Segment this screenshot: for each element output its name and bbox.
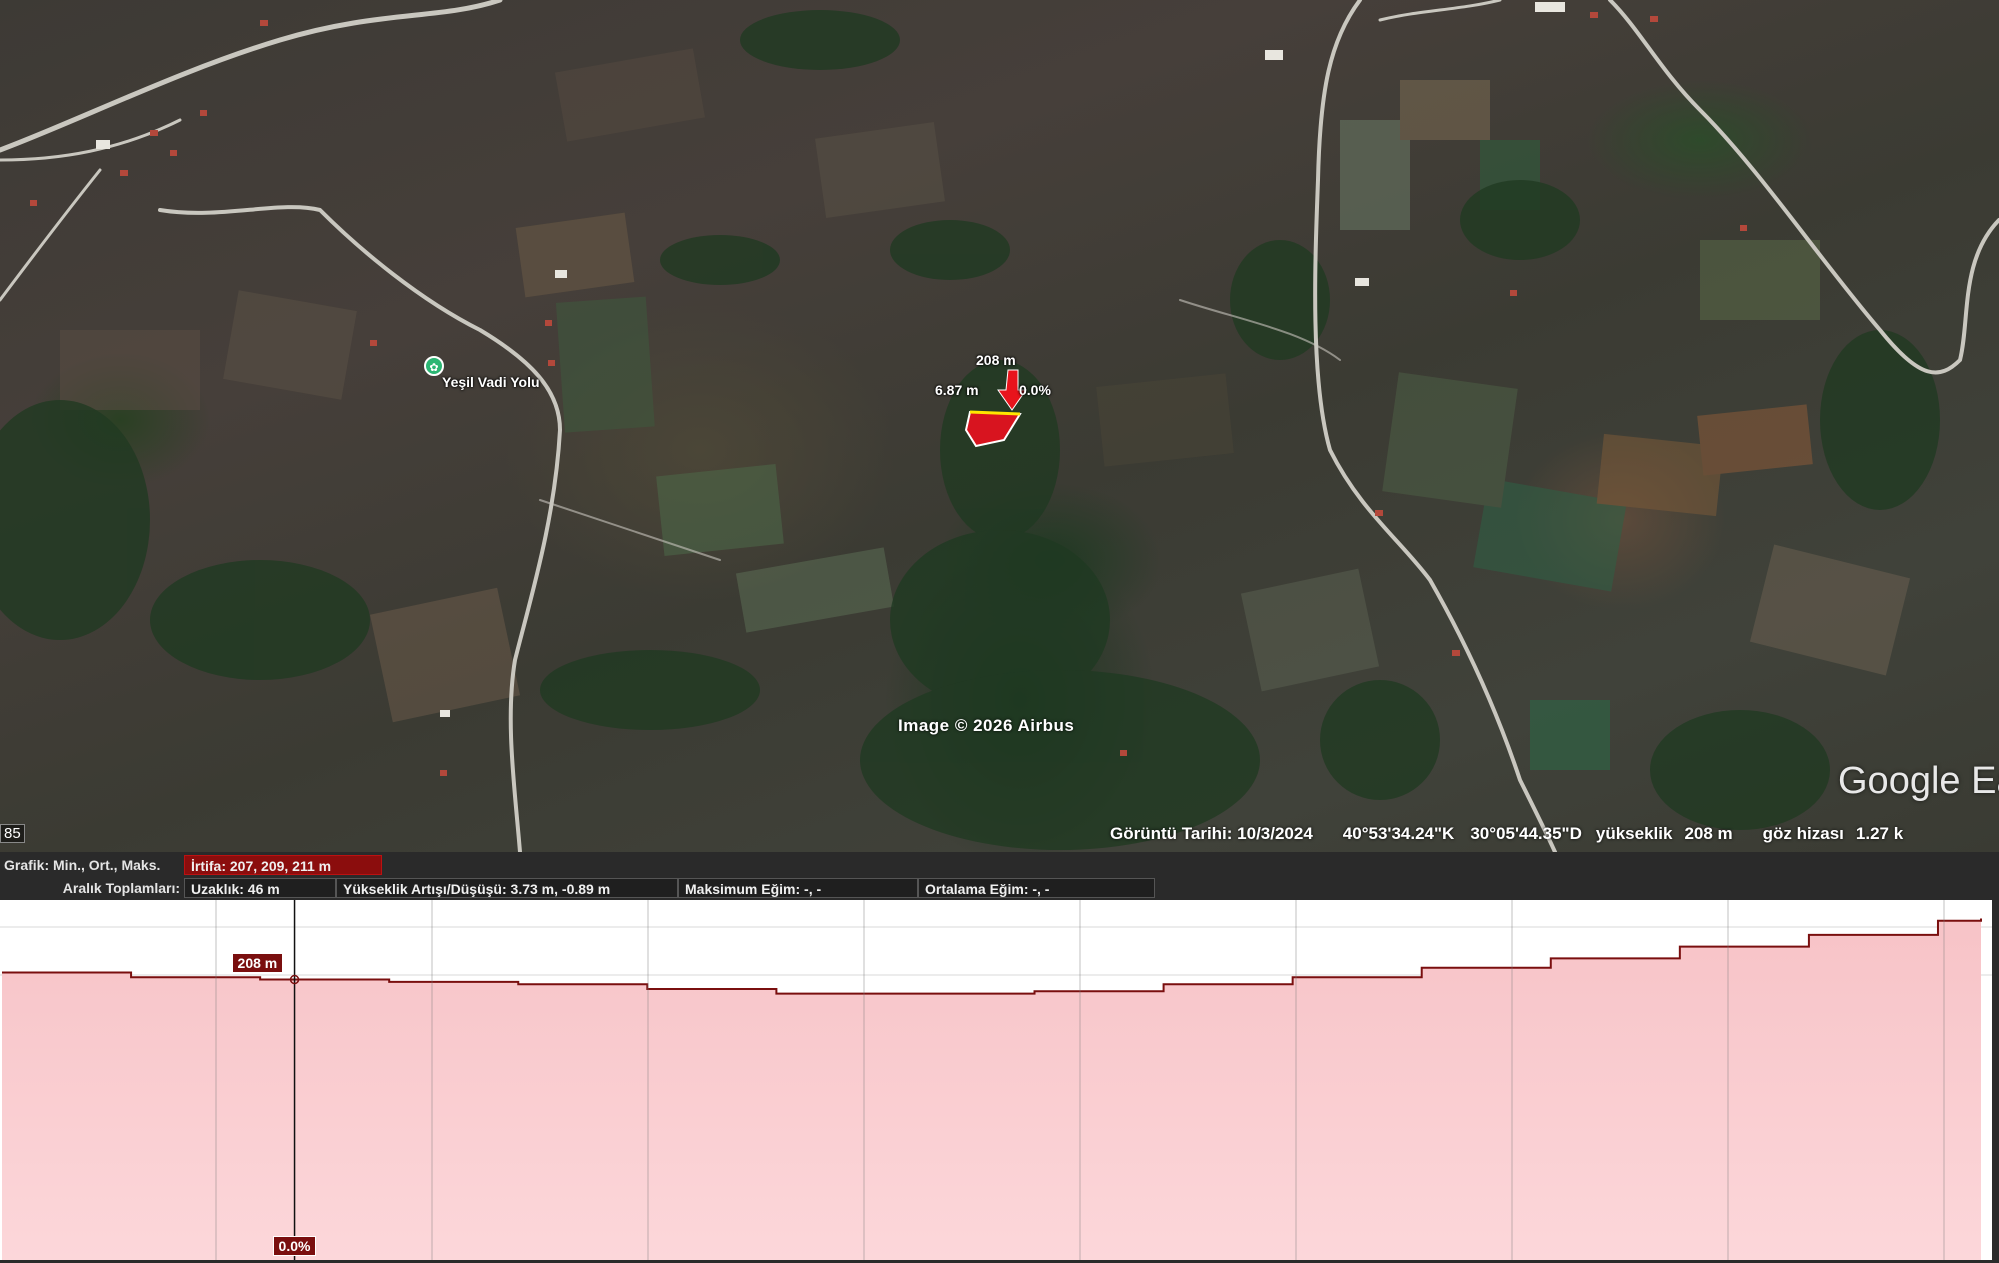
place-marker-icon[interactable]: ✿ xyxy=(424,356,444,376)
distance-value: Uzaklık: 46 m xyxy=(184,878,336,898)
longitude-readout: 30°05'44.35"D xyxy=(1470,824,1582,843)
status-bar: Görüntü Tarihi: 10/3/2024 40°53'34.24"K … xyxy=(1110,824,1903,850)
max-slope-value: Maksimum Eğim: -, - xyxy=(678,878,918,898)
scale-readout: 85 xyxy=(0,824,25,843)
measure-elevation-label: 208 m xyxy=(976,352,1016,368)
profile-summary-row: Grafik: Min., Ort., Maks. İrtifa: 207, 2… xyxy=(0,854,382,876)
cursor-slope-tag: 0.0% xyxy=(272,1236,317,1256)
elevation-chart[interactable]: 208 m 0.0% xyxy=(0,900,1999,1260)
range-totals-label: Aralık Toplamları: xyxy=(62,880,180,896)
measure-slope-label: 0.0% xyxy=(1019,382,1051,398)
elevation-label: yükseklik xyxy=(1595,824,1673,843)
eye-altitude-readout: 1.27 k xyxy=(1855,824,1904,843)
google-earth-logo: Google Ea xyxy=(1838,760,1999,802)
elevation-profile-panel: Grafik: Min., Ort., Maks. İrtifa: 207, 2… xyxy=(0,852,1999,1263)
cursor-elevation-tag: 208 m xyxy=(231,952,284,973)
elevation-chart-svg[interactable] xyxy=(0,900,1999,1260)
elevation-readout: 208 m xyxy=(1684,824,1733,843)
elevation-gain-loss-value: Yükseklik Artışı/Düşüşü: 3.73 m, -0.89 m xyxy=(336,878,678,898)
latitude-readout: 40°53'34.24"K xyxy=(1342,824,1455,843)
image-date: Görüntü Tarihi: 10/3/2024 xyxy=(1110,824,1313,843)
measure-distance-label: 6.87 m xyxy=(935,382,979,398)
eye-altitude-label: göz hizası xyxy=(1762,824,1844,843)
altitude-values[interactable]: İrtifa: 207, 209, 211 m xyxy=(184,855,382,875)
avg-slope-value: Ortalama Eğim: -, - xyxy=(918,878,1155,898)
graph-label: Grafik: Min., Ort., Maks. xyxy=(4,857,161,873)
satellite-map[interactable]: ✿ Yeşil Vadi Yolu 208 m 6.87 m 0.0% Imag… xyxy=(0,0,1999,852)
profile-range-row: Aralık Toplamları: Uzaklık: 46 m Yüksekl… xyxy=(0,877,1155,899)
poi-label[interactable]: Yeşil Vadi Yolu xyxy=(442,374,540,390)
imagery-attribution: Image © 2026 Airbus xyxy=(898,716,1075,735)
